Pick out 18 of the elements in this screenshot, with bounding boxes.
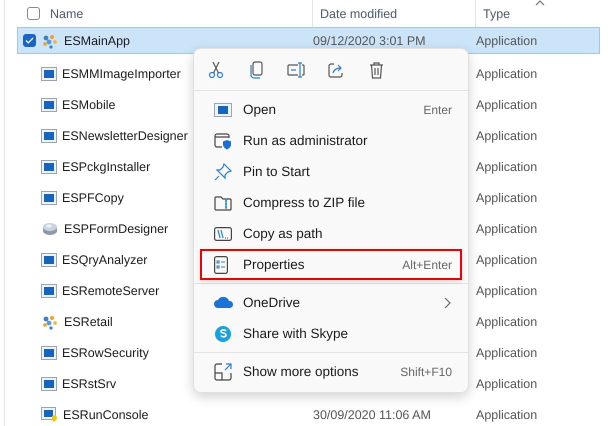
file-type: Application <box>476 314 538 328</box>
file-type: Application <box>476 222 538 236</box>
file-type: Application <box>476 346 538 360</box>
date-modified: 09/12/2020 3:01 PM <box>313 34 426 48</box>
shortcut-label: Shift+F10 <box>400 364 452 378</box>
file-type: Application <box>476 252 538 266</box>
file-type: Application <box>476 284 538 298</box>
file-type: Application <box>476 128 538 142</box>
file-type: Application <box>476 98 538 112</box>
shortcut-label: Enter <box>423 102 452 116</box>
file-type: Application <box>476 190 538 204</box>
file-type: Application <box>476 160 538 174</box>
file-type: Application <box>476 66 538 80</box>
file-type: Application <box>476 408 538 422</box>
date-modified: 30/09/2020 11:06 AM <box>313 408 431 422</box>
shortcut-label: Alt+Enter <box>402 258 452 272</box>
file-type: Application <box>476 376 538 390</box>
file-type: Application <box>476 34 538 48</box>
